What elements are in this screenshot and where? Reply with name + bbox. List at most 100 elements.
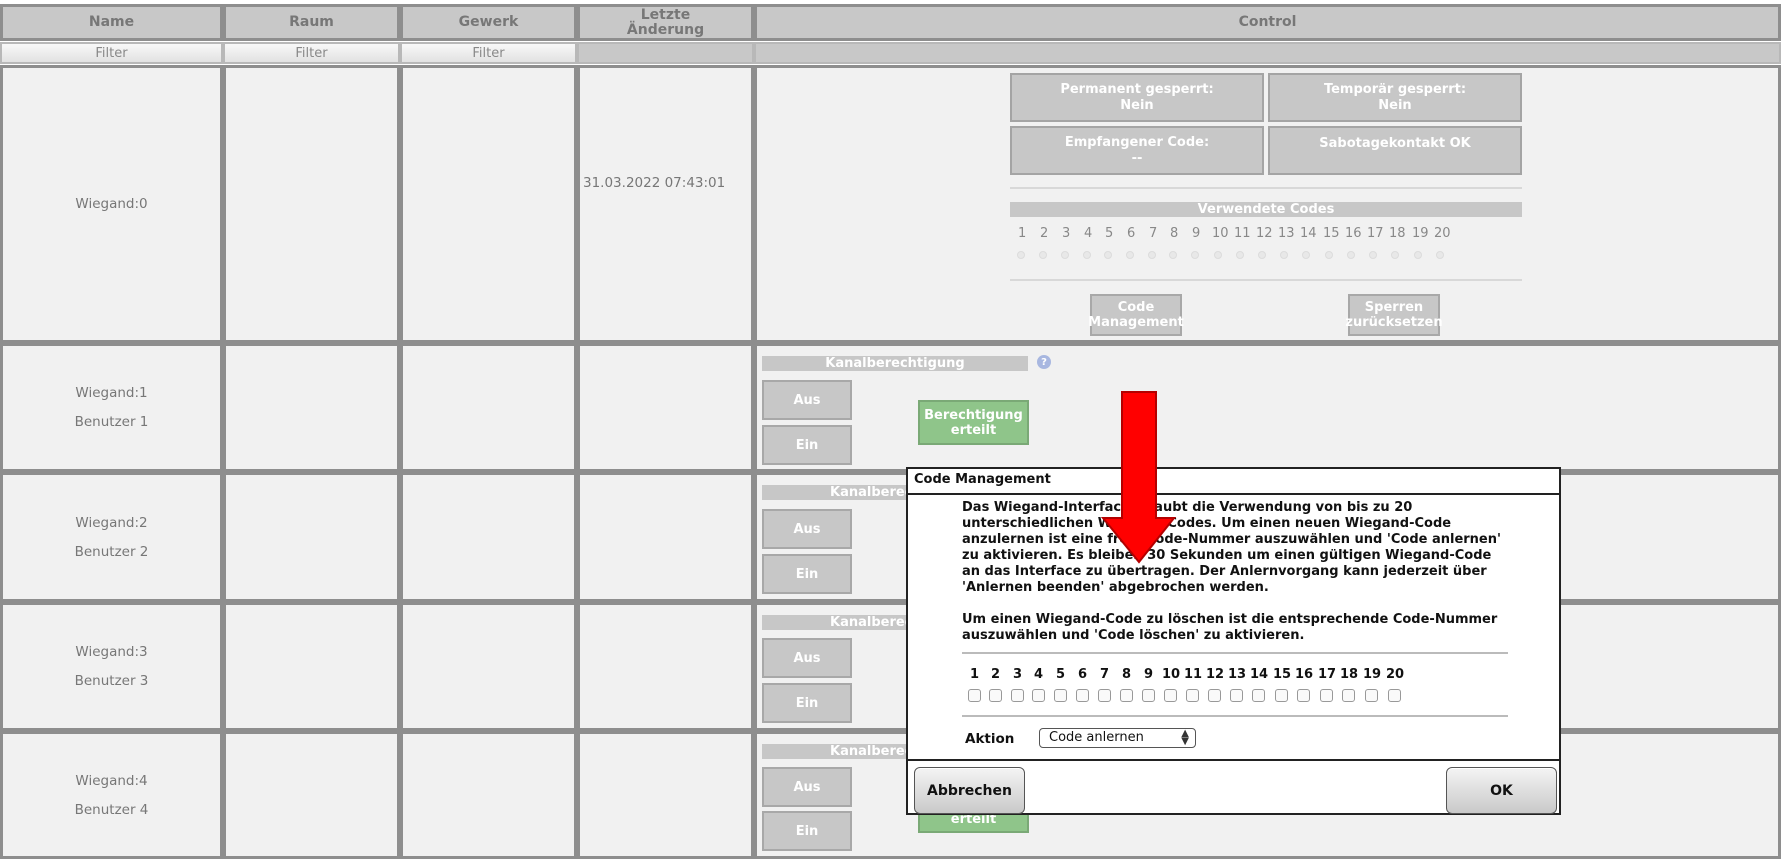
used-code-number: 15 — [1323, 226, 1340, 241]
table-cell-date: 31.03.2022 07:43:01 — [577, 65, 754, 343]
status-perm-locked: Permanent gesperrt: Nein — [1010, 73, 1264, 122]
code-checkbox[interactable] — [1098, 689, 1111, 702]
code-checkbox[interactable] — [989, 689, 1002, 702]
channel-permission-title: Kanalberechtigung — [762, 356, 1028, 371]
device-name: Wiegand:4 — [75, 772, 148, 789]
dialog-code-number: 20 — [1386, 667, 1405, 682]
device-name: Wiegand:0 — [75, 196, 148, 212]
device-name: Wiegand:3 — [75, 644, 148, 660]
dialog-code-number: 10 — [1162, 667, 1181, 682]
used-code-number: 5 — [1105, 226, 1114, 241]
cancel-button[interactable]: Abbrechen — [914, 767, 1025, 814]
code-checkbox[interactable] — [1032, 689, 1045, 702]
header-gewerk[interactable]: Gewerk — [400, 4, 577, 41]
used-code-indicator — [1061, 251, 1069, 259]
dialog-description: Das Wiegand-Interface erlaubt die Verwen… — [962, 500, 1501, 643]
header-name[interactable]: Name — [0, 4, 223, 41]
dialog-code-number: 12 — [1206, 667, 1225, 682]
on-button[interactable]: Ein — [762, 811, 852, 851]
code-checkbox[interactable] — [1142, 689, 1155, 702]
table-cell-raum — [223, 343, 400, 472]
table-cell-gewerk — [400, 343, 577, 472]
used-code-number: 6 — [1127, 226, 1136, 241]
code-checkbox[interactable] — [1342, 689, 1355, 702]
header-control: Control — [754, 4, 1781, 41]
code-checkbox[interactable] — [1186, 689, 1199, 702]
dialog-code-number: 18 — [1340, 667, 1359, 682]
code-management-dialog: Code Management Das Wiegand-Interface er… — [906, 467, 1561, 815]
used-code-number: 4 — [1084, 226, 1093, 241]
table-cell-date — [577, 731, 754, 859]
dialog-code-number: 16 — [1295, 667, 1314, 682]
used-code-indicator — [1104, 251, 1112, 259]
code-checkbox[interactable] — [1388, 689, 1401, 702]
used-code-indicator — [1436, 251, 1444, 259]
table-cell-raum — [223, 472, 400, 602]
used-code-indicator — [1258, 251, 1266, 259]
off-button[interactable]: Aus — [762, 380, 852, 420]
code-checkbox[interactable] — [1120, 689, 1133, 702]
dialog-code-number: 15 — [1273, 667, 1292, 682]
table-cell-raum — [223, 65, 400, 343]
on-button[interactable]: Ein — [762, 425, 852, 465]
used-code-number: 20 — [1434, 226, 1451, 241]
used-code-indicator — [1414, 251, 1422, 259]
device-name: Wiegand:1 — [75, 385, 148, 401]
action-select[interactable]: Code anlernen ▲ ▼ — [1039, 728, 1196, 748]
used-code-number: 16 — [1345, 226, 1362, 241]
code-checkbox[interactable] — [1230, 689, 1243, 702]
used-code-indicator — [1126, 251, 1134, 259]
used-code-number: 8 — [1170, 226, 1179, 241]
divider — [962, 715, 1508, 717]
off-button[interactable]: Aus — [762, 767, 852, 807]
table-row-name: Wiegand:1 Benutzer 1 — [0, 343, 223, 472]
code-checkbox[interactable] — [1252, 689, 1265, 702]
used-code-indicator — [1369, 251, 1377, 259]
code-checkbox[interactable] — [1054, 689, 1067, 702]
used-code-indicator — [1280, 251, 1288, 259]
filter-name[interactable]: Filter — [0, 42, 223, 64]
reset-lock-button[interactable]: Sperren zurücksetzen — [1345, 294, 1443, 336]
filter-raum[interactable]: Filter — [223, 42, 400, 64]
used-code-indicator — [1017, 251, 1025, 259]
dialog-code-number: 7 — [1100, 667, 1110, 682]
used-code-number: 2 — [1040, 226, 1049, 241]
header-raum[interactable]: Raum — [223, 4, 400, 41]
table-cell-date — [577, 343, 754, 472]
table-row-name: Wiegand:4 Benutzer 4 — [0, 731, 223, 859]
code-checkbox[interactable] — [1365, 689, 1378, 702]
table-cell-gewerk — [400, 472, 577, 602]
ok-button[interactable]: OK — [1446, 767, 1557, 814]
filter-control-empty — [754, 42, 1781, 64]
used-code-indicator — [1302, 251, 1310, 259]
table-row-name: Wiegand:3 Benutzer 3 — [0, 602, 223, 731]
code-checkbox[interactable] — [1076, 689, 1089, 702]
divider — [1010, 279, 1522, 281]
on-button[interactable]: Ein — [762, 554, 852, 594]
used-code-number: 1 — [1018, 226, 1027, 241]
used-code-indicator — [1347, 251, 1355, 259]
code-checkbox[interactable] — [1320, 689, 1333, 702]
off-button[interactable]: Aus — [762, 509, 852, 549]
used-code-number: 13 — [1278, 226, 1295, 241]
on-button[interactable]: Ein — [762, 683, 852, 723]
dialog-code-number: 2 — [991, 667, 1001, 682]
help-icon[interactable]: ? — [1037, 355, 1051, 369]
header-last-change[interactable]: Letzte Änderung — [577, 4, 754, 41]
used-code-number: 19 — [1412, 226, 1429, 241]
dialog-code-number: 11 — [1184, 667, 1203, 682]
user-name: Benutzer 3 — [74, 673, 149, 689]
status-sabotage: Sabotagekontakt OK — [1268, 126, 1522, 175]
code-checkbox[interactable] — [968, 689, 981, 702]
off-button[interactable]: Aus — [762, 638, 852, 678]
code-checkbox[interactable] — [1297, 689, 1310, 702]
code-checkbox[interactable] — [1275, 689, 1288, 702]
user-name: Benutzer 2 — [74, 543, 149, 560]
code-checkbox[interactable] — [1011, 689, 1024, 702]
code-management-button[interactable]: Code Management — [1088, 294, 1184, 336]
used-code-number: 14 — [1300, 226, 1317, 241]
table-row-name: Wiegand:2 Benutzer 2 — [0, 472, 223, 602]
code-checkbox[interactable] — [1208, 689, 1221, 702]
filter-gewerk[interactable]: Filter — [400, 42, 577, 64]
code-checkbox[interactable] — [1164, 689, 1177, 702]
